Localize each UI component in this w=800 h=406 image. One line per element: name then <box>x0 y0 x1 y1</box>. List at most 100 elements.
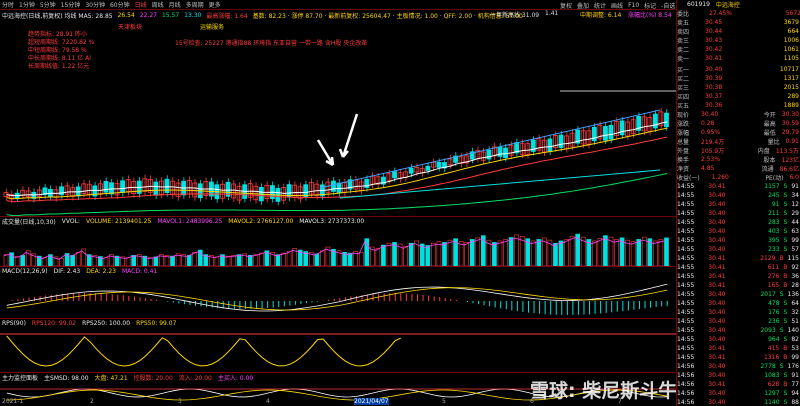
toolbar-item-5[interactable]: 标记 <box>644 1 656 10</box>
candle-body <box>408 167 414 174</box>
volume-bar <box>436 241 442 266</box>
rps-chart[interactable] <box>0 328 676 372</box>
tick-price: 30.40 <box>708 291 726 298</box>
stock-code: 601919 <box>687 1 710 8</box>
tick-row: 14:55 30.40 2093 S 140 <box>677 326 800 335</box>
period-tab-2[interactable]: 5分钟 <box>40 0 56 9</box>
volume-bar <box>253 254 259 266</box>
tick-price: 30.40 <box>708 309 726 316</box>
period-tab-4[interactable]: 30分钟 <box>85 0 105 9</box>
stat-label: 内盘 <box>757 148 770 155</box>
volume-bar <box>508 237 514 266</box>
buy-price: 30.37 <box>705 93 723 100</box>
stat-value: 1.260 <box>711 174 729 181</box>
legend-line-4: 长周期线值: 1.22 亿元 <box>28 63 90 70</box>
tick-count: 64 <box>791 300 799 307</box>
tick-time: 14:55 <box>677 336 695 343</box>
toolbar-item-2[interactable]: 统计 <box>594 1 606 10</box>
stat-label: 外盘 <box>677 148 690 155</box>
volume-bar <box>447 239 453 266</box>
toolbar-item-3[interactable]: 画线 <box>611 1 623 10</box>
stat-row: 现价 30.40 今开 30.30 <box>677 110 800 119</box>
date-label: 5 <box>442 398 446 405</box>
toolbar-item-4[interactable]: F10 <box>628 2 639 9</box>
tick-price: 30.40 <box>708 363 726 370</box>
date-label: 4 <box>266 398 270 405</box>
candle-body <box>331 180 336 192</box>
candle-body <box>436 161 442 168</box>
tick-price: 30.40 <box>708 192 726 199</box>
stat-value: 0.95% <box>701 129 721 136</box>
buy-label: 买五 <box>677 103 690 110</box>
stat-value: 105.9万 <box>701 148 725 155</box>
sell-row: 卖四 30.44 664 <box>677 27 800 36</box>
tick-row: 14:55 30.40 283 S 44 <box>677 218 800 227</box>
tick-price: 30.41 <box>708 183 726 190</box>
stat-value: 0.28 <box>701 120 715 127</box>
tick-vol: 245 <box>768 192 780 199</box>
tick-side: S <box>783 210 788 217</box>
tick-count: 88 <box>791 399 799 406</box>
tick-side: S <box>783 372 788 379</box>
info-ma60: 13.30 <box>184 11 202 19</box>
tick-price: 30.40 <box>708 201 726 208</box>
sell-vol: 1105 <box>783 55 799 62</box>
sell-vol: 664 <box>787 28 799 35</box>
tick-side: S <box>783 390 788 397</box>
tick-side: S <box>783 336 788 343</box>
period-tab-0[interactable]: 分时 <box>2 0 14 9</box>
volume-bar <box>225 255 231 266</box>
volume-bar <box>558 240 564 266</box>
tick-vol: 91 <box>771 201 780 208</box>
sell-row: 卖一 30.41 1105 <box>677 54 800 63</box>
period-tab-6[interactable]: 日线 <box>135 0 147 9</box>
period-tab-8[interactable]: 月线 <box>169 0 181 9</box>
tick-row: 14:55 30.41 1316 B 99 <box>677 353 800 362</box>
tick-price: 30.40 <box>708 219 726 226</box>
candlestick-chart[interactable] <box>0 20 676 220</box>
tick-time: 14:55 <box>677 228 695 235</box>
volume-bar <box>614 239 619 266</box>
toolbar-item-1[interactable]: 叠加 <box>577 1 589 10</box>
candle-body <box>303 184 309 197</box>
volume-bar <box>597 238 603 266</box>
period-tab-5[interactable]: 60分钟 <box>110 0 130 9</box>
period-tab-10[interactable]: 更多 <box>209 0 221 9</box>
tick-vol: 1083 <box>764 372 780 379</box>
tick-time: 14:55 <box>677 255 695 262</box>
rps120: RPS120: 99.02 <box>31 320 77 327</box>
buy-row: 买五 30.36 1889 <box>677 101 800 110</box>
candle-body <box>652 113 658 129</box>
top-annotation-val: 1.41 <box>545 10 559 17</box>
tick-time: 14:55 <box>677 183 695 190</box>
period-tab-1[interactable]: 1分钟 <box>19 0 35 9</box>
buy-label: 买一 <box>677 67 690 74</box>
info-ma20: 22.27 <box>139 11 157 19</box>
candle-body <box>558 134 564 148</box>
volume-bar <box>569 236 575 266</box>
stat-row: 收益(一) 1.260 PE(动) 6.0 <box>677 173 800 182</box>
sell-row: 卖二 30.42 1061 <box>677 45 800 54</box>
tick-time: 14:56 <box>677 372 695 379</box>
tick-time: 14:55 <box>677 273 695 280</box>
volume-bar <box>458 241 464 266</box>
volume-bar <box>20 255 25 266</box>
tick-vol: 2778 <box>760 363 776 370</box>
period-tab-3[interactable]: 15分钟 <box>61 0 81 9</box>
tick-row: 14:56 30.40 1140 S 88 <box>677 398 800 406</box>
period-tab-9[interactable]: 多周期 <box>186 0 204 9</box>
candle-body <box>503 147 508 159</box>
toolbar-item-6[interactable]: -自选 <box>661 1 675 10</box>
sell-label: 卖四 <box>677 29 690 36</box>
tick-side: S <box>783 246 788 253</box>
toolbar-item-0[interactable]: 复权 <box>560 1 572 10</box>
tick-time: 14:56 <box>677 399 695 406</box>
info-extra: 基数: 82.23 · 涨停 87.70 · 最新前复权: 25604.47 ·… <box>252 12 523 20</box>
volume-chart[interactable] <box>0 226 676 266</box>
macd-chart[interactable] <box>0 276 676 318</box>
period-tab-7[interactable]: 周线 <box>152 0 164 9</box>
tick-row: 14:55 30.40 2017 S 136 <box>677 290 800 299</box>
candle-body <box>486 149 492 160</box>
tick-count: 12 <box>791 201 799 208</box>
tick-price: 30.41 <box>708 345 726 352</box>
